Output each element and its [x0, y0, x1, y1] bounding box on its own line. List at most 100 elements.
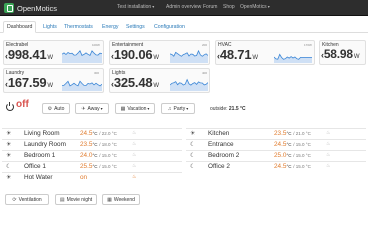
thermostat-row[interactable]: ☾ Office 2 24.5°C / 15.0 °C ♨ — [186, 161, 366, 171]
power-card-value: ‹58.98W — [321, 47, 360, 61]
thermostat-row[interactable]: ☀ Kitchen 23.5°C / 21.0 °C ♨ — [186, 128, 366, 138]
thermostat-temperature: 23.5°C / 21.0 °C — [274, 130, 311, 137]
flame-icon: ♨ — [326, 130, 331, 136]
power-sparkline — [274, 53, 312, 63]
flame-icon: ♨ — [132, 130, 137, 136]
thermostat-name: Kitchen — [208, 130, 230, 137]
thermostat-row[interactable]: ☾ Office 1 25.5°C / 15.0 °C ♨ — [2, 161, 182, 171]
power-card-lights[interactable]: Lights ‹325.48W 400 — [109, 68, 210, 93]
film-icon: ▤ — [59, 196, 65, 203]
nav-shop[interactable]: Shop — [223, 4, 235, 10]
thermostat-temperature: 25.5°C / 15.0 °C — [80, 163, 117, 170]
sun-icon: ☀ — [190, 131, 196, 137]
power-card-electrabel[interactable]: Electrabel ‹998.41W 100W — [3, 40, 104, 65]
power-card-laundry[interactable]: Laundry ‹167.59W 300 — [3, 68, 104, 93]
thermostat-name: Bedroom 2 — [208, 152, 240, 159]
thermostat-temperature: 25.0°C / 15.0 °C — [274, 152, 311, 159]
refresh-icon: ⟳ — [12, 196, 17, 203]
thermostat-name: Bedroom 1 — [24, 152, 56, 159]
moon-icon: ☾ — [190, 153, 196, 159]
sun-icon: ☀ — [6, 153, 12, 159]
sparkline-area — [274, 54, 312, 63]
power-icon[interactable] — [6, 101, 14, 111]
thermostat-row[interactable]: ☾ Bedroom 2 25.0°C / 15.0 °C ♨ — [186, 150, 366, 160]
power-card-value: ‹325.48W — [111, 75, 159, 90]
tab-energy[interactable]: Energy — [99, 22, 121, 32]
flame-icon: ♨ — [132, 141, 137, 147]
thermostat-row[interactable]: ☀ Living Room 24.5°C / 22.0 °C ♨ — [2, 128, 182, 138]
thermostat-name: Office 1 — [24, 163, 46, 170]
mode-away-button[interactable]: ✈ Away ▾ — [75, 103, 109, 114]
power-card-value: ‹167.59W — [5, 75, 53, 90]
power-card-hvac[interactable]: HVAC ‹48.71W 170W — [215, 40, 315, 65]
mode-party-button[interactable]: ♫ Party ▾ — [161, 103, 195, 114]
thermostat-name: Hot Water — [24, 174, 53, 181]
caret-down-icon: ▾ — [147, 106, 150, 111]
grid-icon: ▦ — [107, 196, 112, 203]
thermostat-name: Laundry Room — [24, 141, 66, 148]
tab-settings[interactable]: Settings — [123, 22, 148, 32]
moon-icon: ☾ — [6, 164, 12, 170]
power-card-entertainment[interactable]: Entertainment ‹190.06W 200 — [109, 40, 210, 65]
mode-vacation-button[interactable]: ▦ Vacation ▾ — [115, 103, 155, 114]
thermostat-temperature: 24.5°C / 15.0 °C — [274, 163, 311, 170]
tab-lights[interactable]: Lights — [40, 22, 60, 32]
thermostat-name: Living Room — [24, 130, 60, 137]
thermostat-row[interactable]: ☾ Entrance 24.5°C / 15.0 °C ♨ — [186, 139, 366, 149]
power-sparkline — [170, 78, 208, 91]
openmotics-logo-icon — [4, 3, 14, 13]
thermostat-row[interactable]: ☀ Hot Water on ♨ — [2, 172, 182, 182]
power-card-value: ‹998.41W — [5, 47, 53, 62]
nav-forum[interactable]: Forum — [203, 4, 217, 10]
top-navbar: OpenMotics Test installation▾ Admin over… — [0, 0, 368, 16]
power-sparkline — [170, 49, 208, 63]
caret-down-icon: ▾ — [186, 106, 189, 111]
mode-auto-button[interactable]: ⚙ Auto — [42, 103, 70, 114]
plane-icon: ✈ — [81, 105, 86, 112]
thermostat-temperature: 24.5°C / 15.0 °C — [274, 141, 311, 148]
flame-icon: ♨ — [326, 163, 331, 169]
scene-ventilation-button[interactable]: ⟳ Ventilation — [5, 194, 49, 205]
caret-down-icon: ▾ — [152, 4, 155, 9]
thermostat-temperature: 23.5°C / 18.0 °C — [80, 141, 117, 148]
sun-icon: ☀ — [6, 142, 12, 148]
sun-icon: ☀ — [6, 175, 12, 181]
moon-icon: ☾ — [190, 142, 196, 148]
power-card-value: ‹48.71W — [217, 47, 258, 62]
caret-down-icon: ▾ — [267, 4, 270, 9]
power-sparkline — [62, 50, 102, 63]
nav-admin-overview[interactable]: Admin overview — [166, 4, 201, 10]
glass-icon: ♫ — [167, 105, 172, 112]
tab-configuration[interactable]: Configuration — [151, 22, 188, 32]
nav-user-dropdown[interactable]: OpenMotics▾ — [240, 4, 270, 10]
thermostat-temperature: 24.0°C / 15.0 °C — [80, 152, 117, 159]
thermostat-name: Office 2 — [208, 163, 230, 170]
power-sparkline — [62, 80, 102, 91]
brand-name: OpenMotics — [17, 3, 58, 13]
scene-movie-night-button[interactable]: ▤ Movie night — [55, 194, 97, 205]
thermostat-temperature: on — [80, 174, 88, 181]
flame-icon: ♨ — [132, 152, 137, 158]
tab-thermostats[interactable]: Thermostats — [61, 22, 96, 32]
scene-weekend-button[interactable]: ▦ Weekend — [102, 194, 140, 205]
nav-installation-dropdown[interactable]: Test installation▾ — [117, 4, 154, 10]
calendar-icon: ▦ — [120, 105, 126, 112]
flame-icon: ♨ — [326, 141, 331, 147]
flame-icon: ♨ — [326, 152, 331, 158]
caret-down-icon: ▾ — [100, 106, 103, 111]
outside-temperature: outside: 21.5 °C — [210, 106, 246, 112]
flame-icon: ♨ — [132, 174, 137, 180]
tab-dashboard[interactable]: Dashboard — [3, 21, 37, 33]
power-card-value: ‹190.06W — [111, 47, 159, 62]
moon-icon: ☾ — [190, 164, 196, 170]
brand[interactable]: OpenMotics — [4, 2, 57, 14]
main-tabs: Dashboard Lights Thermostats Energy Sett… — [0, 21, 368, 33]
gear-icon: ⚙ — [47, 105, 53, 112]
flame-icon: ♨ — [132, 163, 137, 169]
thermostat-name: Entrance — [208, 141, 234, 148]
sparkline-area — [62, 81, 102, 91]
thermostat-row[interactable]: ☀ Bedroom 1 24.0°C / 15.0 °C ♨ — [2, 150, 182, 160]
system-state-label: off — [16, 99, 29, 110]
power-card-kitchen[interactable]: Kitchen ‹58.98W — [319, 40, 366, 65]
thermostat-row[interactable]: ☀ Laundry Room 23.5°C / 18.0 °C ♨ — [2, 139, 182, 149]
